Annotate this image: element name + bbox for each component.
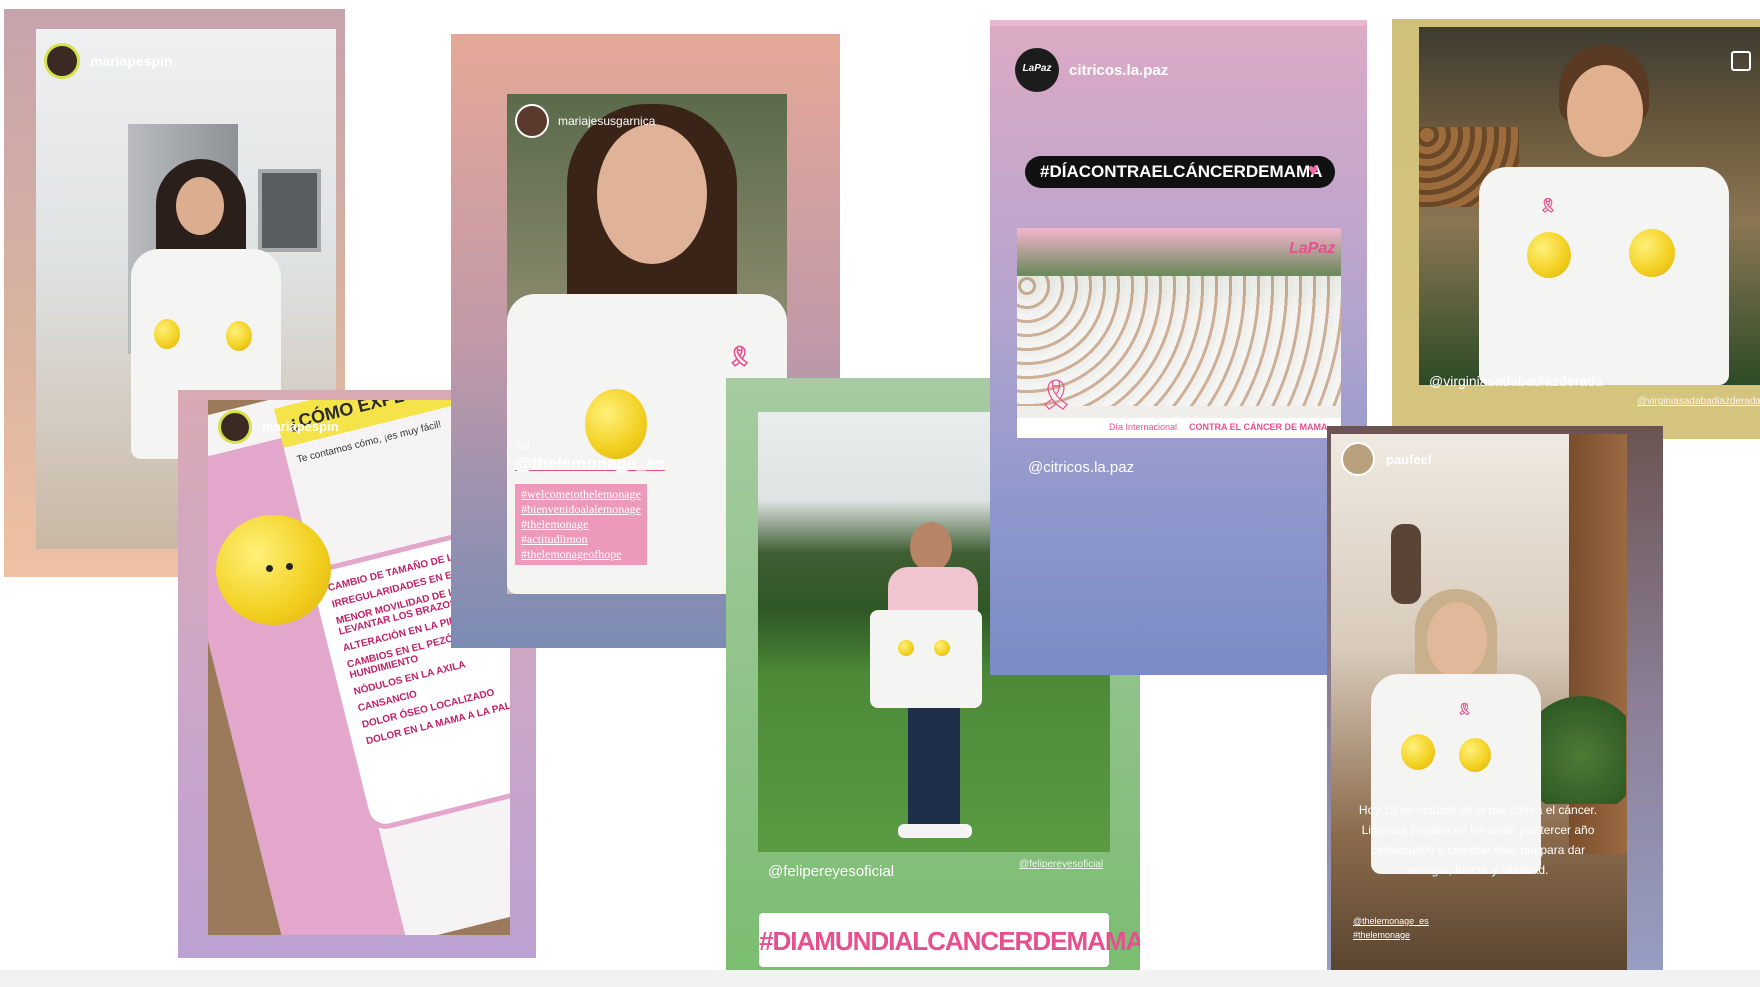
ribbon-icon: 🎗 — [1457, 702, 1473, 716]
tshirt — [1479, 167, 1729, 385]
username[interactable]: mariapespin — [90, 53, 172, 69]
lemon-left — [154, 319, 180, 349]
small-tag[interactable]: @felipereyesoficial — [1019, 859, 1103, 870]
person-head — [910, 522, 952, 572]
photo-logo: LaPaz — [1289, 240, 1336, 257]
person-shoes — [898, 824, 972, 838]
story-card-paufeel[interactable]: 🎗 Hoy 19 de octubre es el día contra el … — [1327, 426, 1663, 987]
person-legs — [908, 708, 960, 828]
lemon-right — [934, 640, 950, 656]
avatar[interactable] — [218, 410, 252, 444]
avatar[interactable] — [44, 43, 80, 79]
lemon-right — [226, 321, 252, 351]
person-face — [176, 177, 224, 235]
lemon-left — [898, 640, 914, 656]
lemon-character — [216, 515, 331, 625]
mention-thelemonage[interactable]: @thelemonage_es — [515, 454, 665, 474]
story-photo: 🎗 Hoy 19 de octubre es el día contra el … — [1331, 434, 1627, 970]
mention-virginia[interactable]: @virginiasadabadiazderada — [1429, 373, 1603, 389]
ribbon-icon: 🎗 — [1037, 379, 1076, 412]
hashtag-pill-text[interactable]: #DÍACONTRAELCÁNCERDEMAMA — [1040, 162, 1322, 182]
mention-citricos[interactable]: @citricos.la.paz — [1028, 459, 1134, 476]
lemon-left — [1401, 734, 1435, 770]
story-card-citricos[interactable]: LaPaz citricos.la.paz #DÍACONTRAELCÁNCER… — [990, 20, 1367, 675]
username[interactable]: citricos.la.paz — [1069, 62, 1168, 79]
lemon-right — [1629, 229, 1675, 277]
plant — [1536, 684, 1626, 804]
hashtag-banner-text[interactable]: #DIAMUNDIALCANCERDEMAMA — [759, 926, 1140, 957]
hashtag[interactable]: #bienvenidoalalemonage — [521, 502, 641, 517]
username[interactable]: paufeel — [1386, 452, 1432, 467]
hashtag[interactable]: #welcometothelemonage — [521, 487, 641, 502]
username[interactable]: mariajesusgarnica — [558, 114, 655, 128]
hashtag[interactable]: #thelemonage — [521, 517, 641, 532]
person-face — [597, 124, 707, 264]
crowd-photo: LaPaz 🎗 Día Internacional CONTRA EL CÁNC… — [1017, 228, 1341, 438]
mention-felipereyes[interactable]: @felipereyesoficial — [768, 863, 894, 880]
lemon-left — [585, 389, 647, 459]
hashtag-sticker: #welcometothelemonage #bienvenidoalalemo… — [515, 484, 647, 565]
lapaz-logo-text: LaPaz — [1022, 63, 1052, 74]
heart-icon: ♥ — [1308, 160, 1319, 180]
small-tag[interactable]: @thelemonage_es — [1353, 916, 1429, 926]
hashtag[interactable]: #actitudlimon — [521, 532, 641, 547]
photo-caption-prefix: Día Internacional — [1109, 422, 1178, 432]
ad-label: Ad — [515, 439, 530, 453]
small-tag[interactable]: @virginiasadabadiazderada — [1637, 396, 1760, 407]
square-icon[interactable] — [1731, 51, 1751, 71]
story-photo: 🎗 — [1419, 27, 1760, 385]
lapaz-logo-avatar[interactable]: LaPaz — [1015, 48, 1059, 92]
avatar[interactable] — [515, 104, 549, 138]
ribbon-icon: 🎗 — [727, 346, 753, 368]
story-card-virginia[interactable]: 🎗 @virginiasadabadiazderada @virginiasad… — [1392, 19, 1760, 439]
statue — [1391, 524, 1421, 604]
username[interactable]: mariapespin — [262, 419, 339, 434]
person-face — [1427, 602, 1487, 678]
lemon-eye — [286, 563, 293, 570]
photo-caption-bold: CONTRA EL CÁNCER DE MAMA — [1189, 422, 1328, 432]
page-bottom-strip — [0, 970, 1760, 987]
avatar[interactable] — [1341, 442, 1375, 476]
oven — [258, 169, 321, 252]
held-tshirt — [870, 610, 982, 708]
lemon-left — [1527, 232, 1571, 278]
lemon-right — [1459, 738, 1491, 772]
caption-text: Hoy 19 de octubre es el día contra el cá… — [1358, 803, 1598, 877]
small-tag[interactable]: #thelemonage — [1353, 930, 1410, 940]
ribbon-icon: 🎗 — [1539, 197, 1557, 213]
story-top-bar — [990, 20, 1367, 26]
person-face — [1567, 65, 1643, 157]
lemon-eye — [266, 565, 273, 572]
hashtag[interactable]: #thelemonageofhope — [521, 547, 641, 562]
